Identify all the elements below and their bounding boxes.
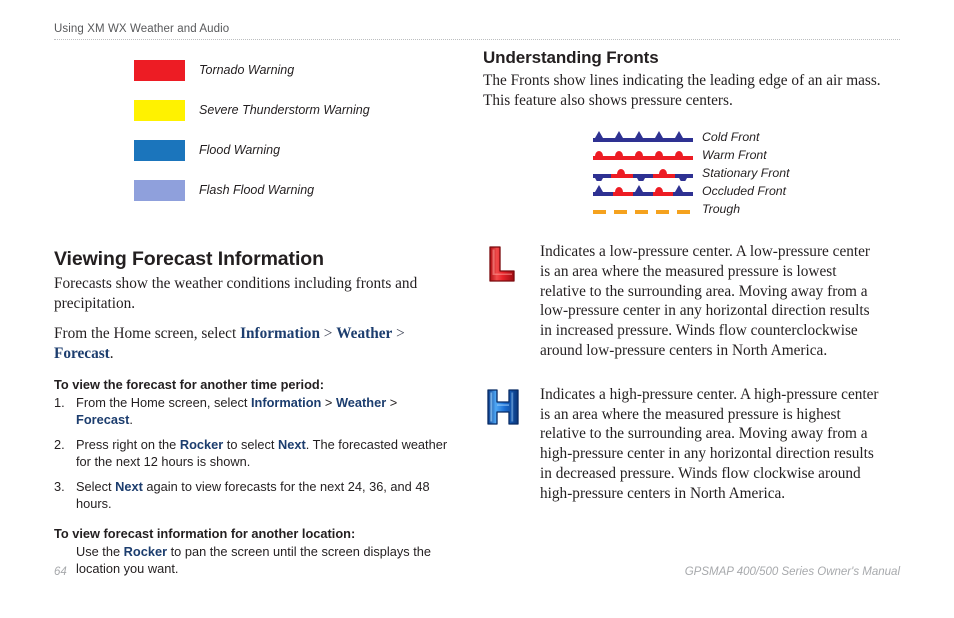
- procedure-steps-time-period: 1. From the Home screen, select Informat…: [54, 394, 454, 512]
- procedure-step: 2. Press right on the Rocker to select N…: [54, 436, 454, 470]
- step-text: From the Home screen, select Information…: [76, 394, 454, 428]
- nav-prefix: From the Home screen, select: [54, 325, 241, 342]
- flood-warning-swatch: [134, 139, 185, 161]
- flash-flood-warning-swatch: [134, 179, 185, 201]
- high-pressure-icon: [483, 385, 540, 504]
- procedure-title-location: To view forecast information for another…: [54, 526, 356, 541]
- nav-separator: >: [392, 325, 405, 342]
- front-legend-item: Trough: [593, 200, 883, 218]
- front-legend-label: Trough: [702, 202, 741, 216]
- legend-item: Tornado Warning: [54, 50, 454, 90]
- left-column: Tornado Warning Severe Thunderstorm Warn…: [54, 50, 454, 577]
- front-legend-label: Warm Front: [702, 148, 767, 162]
- ui-term-forecast: Forecast: [54, 344, 110, 362]
- fronts-legend: Cold Front Warm Front Stationary Front O…: [593, 128, 883, 218]
- location-prefix: Use the: [76, 544, 124, 559]
- step-suffix: .: [129, 412, 133, 427]
- front-legend-label: Cold Front: [702, 130, 760, 144]
- fronts-intro-paragraph: The Fronts show lines indicating the lea…: [483, 72, 881, 109]
- front-legend-item: Stationary Front: [593, 164, 883, 182]
- low-pressure-L-icon: [489, 246, 515, 282]
- procedure-step: 3. Select Next again to view forecasts f…: [54, 478, 454, 512]
- high-pressure-H-icon: [487, 389, 519, 425]
- legend-label: Tornado Warning: [199, 63, 295, 77]
- front-legend-item: Occluded Front: [593, 182, 883, 200]
- high-pressure-description: Indicates a high-pressure center. A high…: [540, 385, 879, 502]
- tornado-warning-swatch: [134, 59, 185, 81]
- footer-page-number: 64: [54, 566, 67, 578]
- step-number: 2.: [54, 437, 65, 452]
- legend-item: Flash Flood Warning: [54, 170, 454, 210]
- step-mid: to select: [223, 437, 279, 452]
- front-legend-item: Cold Front: [593, 128, 883, 146]
- forecast-navigation-sentence: From the Home screen, select Information…: [54, 324, 454, 363]
- step-text: Press right on the Rocker to select Next…: [76, 436, 454, 470]
- page-footer: 64 GPSMAP 400/500 Series Owner's Manual: [54, 566, 900, 578]
- occluded-front-icon: [593, 185, 693, 196]
- legend-item: Severe Thunderstorm Warning: [54, 90, 454, 130]
- procedure-step: 1. From the Home screen, select Informat…: [54, 394, 454, 428]
- ui-term-rocker: Rocker: [179, 437, 224, 452]
- ui-term-weather: Weather: [336, 325, 393, 342]
- page-header: Using XM WX Weather and Audio: [54, 22, 900, 40]
- nav-suffix: .: [109, 344, 114, 362]
- right-column: Understanding Fronts The Fronts show lin…: [483, 48, 883, 504]
- step-text: Select Next again to view forecasts for …: [76, 478, 454, 512]
- front-legend-item: Warm Front: [593, 146, 883, 164]
- ui-term-weather: Weather: [335, 395, 387, 410]
- warm-front-icon: [593, 151, 693, 160]
- low-pressure-block: Indicates a low-pressure center. A low-p…: [483, 242, 883, 361]
- header-divider: [54, 39, 900, 40]
- step-number: 1.: [54, 395, 65, 410]
- ui-term-rocker: Rocker: [123, 544, 168, 559]
- front-legend-label: Occluded Front: [702, 184, 787, 198]
- legend-label: Flash Flood Warning: [199, 183, 315, 197]
- ui-term-next: Next: [278, 437, 306, 452]
- severe-thunderstorm-warning-swatch: [134, 99, 185, 121]
- nav-separator: >: [319, 325, 337, 342]
- understanding-fronts-heading: Understanding Fronts: [483, 48, 659, 67]
- ui-term-information: Information: [240, 325, 320, 342]
- footer-manual-title: GPSMAP 400/500 Series Owner's Manual: [684, 566, 900, 578]
- forecast-intro-paragraph: Forecasts show the weather conditions in…: [54, 275, 418, 312]
- step-prefix: Select: [76, 479, 116, 494]
- trough-icon: [593, 210, 690, 214]
- front-legend-label: Stationary Front: [702, 166, 790, 180]
- header-title: Using XM WX Weather and Audio: [54, 23, 230, 35]
- legend-label: Flood Warning: [199, 143, 281, 157]
- legend-label: Severe Thunderstorm Warning: [199, 103, 370, 117]
- ui-term-forecast: Forecast: [76, 412, 130, 427]
- viewing-forecast-heading: Viewing Forecast Information: [54, 248, 324, 270]
- step-separator: >: [321, 395, 336, 410]
- step-number: 3.: [54, 479, 65, 494]
- low-pressure-description: Indicates a low-pressure center. A low-p…: [540, 243, 871, 359]
- cold-front-icon: [593, 131, 693, 142]
- high-pressure-block: Indicates a high-pressure center. A high…: [483, 385, 883, 504]
- stationary-front-icon: [593, 169, 693, 181]
- low-pressure-icon: [483, 242, 540, 361]
- step-prefix: From the Home screen, select: [76, 395, 251, 410]
- ui-term-next: Next: [115, 479, 143, 494]
- ui-term-information: Information: [250, 395, 322, 410]
- procedure-title-time-period: To view the forecast for another time pe…: [54, 377, 324, 392]
- warning-legend: Tornado Warning Severe Thunderstorm Warn…: [54, 50, 454, 210]
- legend-item: Flood Warning: [54, 130, 454, 170]
- step-prefix: Press right on the: [76, 437, 180, 452]
- step-separator: >: [386, 395, 398, 410]
